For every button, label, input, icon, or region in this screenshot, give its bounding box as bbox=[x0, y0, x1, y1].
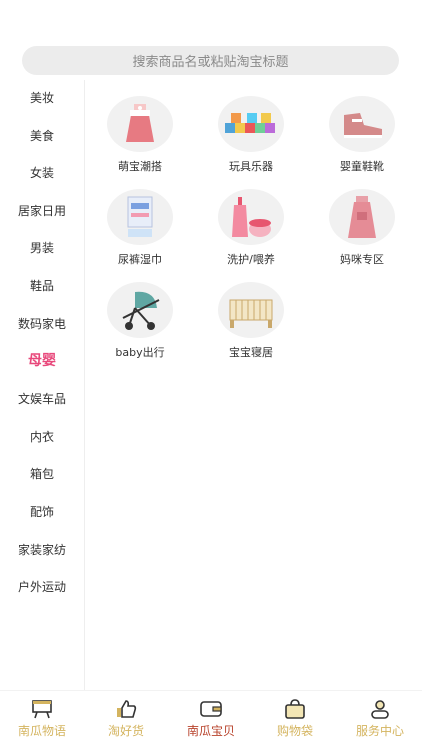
sidebar-item-home-daily[interactable]: 居家日用 bbox=[0, 195, 84, 225]
category-baby-bedroom[interactable]: 宝宝寝居 bbox=[201, 282, 301, 362]
baby-lotion-icon bbox=[218, 189, 284, 245]
search-bar[interactable]: 搜索商品名或粘贴淘宝标题 bbox=[22, 46, 399, 75]
baby-dress-icon bbox=[107, 96, 173, 152]
sidebar-item-underwear[interactable]: 内衣 bbox=[0, 421, 84, 451]
sidebar-item-makeup[interactable]: 美妆 bbox=[0, 82, 84, 112]
tab-label: 服务中心 bbox=[355, 724, 404, 738]
crib-icon bbox=[218, 282, 284, 338]
sidebar-item-electronics[interactable]: 数码家电 bbox=[0, 308, 84, 338]
sidebar-item-accessories[interactable]: 配饰 bbox=[0, 496, 84, 526]
sidebar-item-shoes[interactable]: 鞋品 bbox=[0, 270, 84, 300]
category-label: 婴童鞋靴 bbox=[340, 160, 384, 173]
stroller-icon bbox=[107, 282, 173, 338]
sidebar-item-entertainment-car[interactable]: 文娱车品 bbox=[0, 383, 84, 413]
category-diapers-wipes[interactable]: 尿裤湿巾 bbox=[90, 189, 190, 269]
tab-service-center[interactable]: 服务中心 bbox=[338, 691, 422, 739]
tab-pumpkin-baby[interactable]: 南瓜宝贝 bbox=[169, 691, 253, 739]
category-toys[interactable]: 玩具乐器 bbox=[201, 96, 301, 176]
tab-pumpkin-story[interactable]: 南瓜物语 bbox=[0, 691, 84, 739]
category-baby-travel[interactable]: baby出行 bbox=[90, 282, 190, 362]
category-baby-shoes[interactable]: 婴童鞋靴 bbox=[312, 96, 412, 176]
tab-label: 南瓜物语 bbox=[17, 724, 66, 738]
bottom-tab-bar: 南瓜物语 淘好货 南瓜宝贝 购物袋 服务中心 bbox=[0, 690, 422, 751]
sidebar-item-bags[interactable]: 箱包 bbox=[0, 458, 84, 488]
category-label: 宝宝寝居 bbox=[229, 346, 273, 359]
tab-label: 南瓜宝贝 bbox=[186, 724, 235, 738]
category-baby-clothing[interactable]: 萌宝潮搭 bbox=[90, 96, 190, 176]
sidebar-item-mens[interactable]: 男装 bbox=[0, 232, 84, 262]
easel-icon bbox=[32, 700, 52, 719]
sidebar-item-home-textile[interactable]: 家装家纺 bbox=[0, 534, 84, 564]
category-label: 萌宝潮搭 bbox=[118, 160, 162, 173]
sidebar-item-mother-baby[interactable]: 母婴 bbox=[0, 345, 84, 375]
thumbs-up-icon bbox=[117, 700, 137, 718]
toy-blocks-icon bbox=[218, 96, 284, 152]
sidebar-item-outdoor[interactable]: 户外运动 bbox=[0, 571, 84, 601]
tab-shopping-bag[interactable]: 购物袋 bbox=[253, 691, 337, 739]
tab-label: 购物袋 bbox=[276, 724, 313, 738]
wallet-icon bbox=[200, 701, 222, 717]
maternity-dress-icon bbox=[329, 189, 395, 245]
category-label: 玩具乐器 bbox=[229, 160, 273, 173]
search-placeholder: 搜索商品名或粘贴淘宝标题 bbox=[132, 55, 289, 70]
tab-good-goods[interactable]: 淘好货 bbox=[84, 691, 168, 739]
category-label: 尿裤湿巾 bbox=[118, 253, 162, 266]
diaper-wipes-icon bbox=[107, 189, 173, 245]
tab-label: 淘好货 bbox=[107, 724, 144, 738]
category-label: 洗护/喂养 bbox=[227, 253, 275, 266]
category-mommy-zone[interactable]: 妈咪专区 bbox=[312, 189, 412, 269]
sidebar-item-food[interactable]: 美食 bbox=[0, 120, 84, 150]
person-icon bbox=[371, 700, 389, 719]
baby-shoe-icon bbox=[329, 96, 395, 152]
shopping-bag-icon bbox=[285, 699, 305, 719]
category-label: baby出行 bbox=[115, 346, 165, 359]
category-label: 妈咪专区 bbox=[340, 253, 384, 266]
sidebar-item-womens[interactable]: 女装 bbox=[0, 157, 84, 187]
category-sidebar: 美妆 美食 女装 居家日用 男装 鞋品 数码家电 母婴 文娱车品 内衣 箱包 配… bbox=[0, 80, 85, 690]
category-wash-feeding[interactable]: 洗护/喂养 bbox=[201, 189, 301, 269]
